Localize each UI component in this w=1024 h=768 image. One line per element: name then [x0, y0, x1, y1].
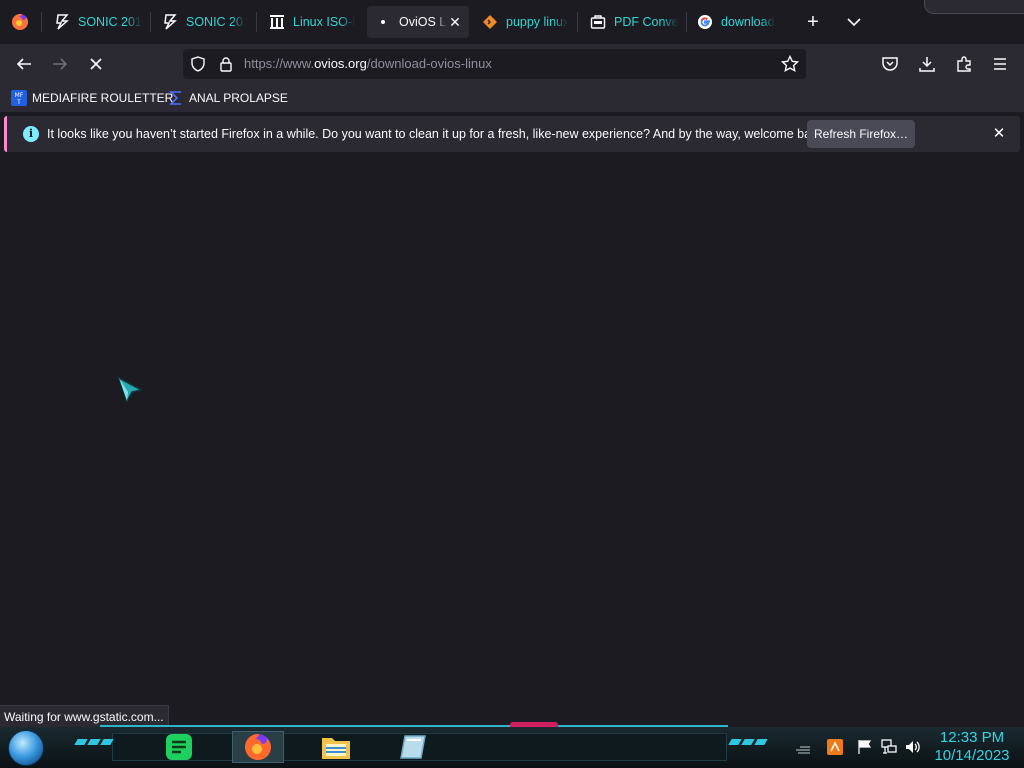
- mouse-cursor-icon: [117, 376, 145, 409]
- tab-sonic-2011-2[interactable]: SONIC 2011: [162, 6, 246, 38]
- svg-text:T: T: [16, 99, 21, 106]
- notification-message: It looks like you haven’t started Firefo…: [47, 127, 828, 141]
- tab-label: PDF Converter: [614, 15, 678, 29]
- tab-strip: SONIC 2011 SONIC 2011 Linux ISO-Image Ov…: [0, 0, 1024, 44]
- bookmark-star-icon[interactable]: [780, 54, 800, 73]
- back-button[interactable]: [12, 52, 36, 76]
- tab-separator: [41, 12, 42, 32]
- tab-separator: [256, 12, 257, 32]
- taskbar-app-file-explorer[interactable]: [310, 731, 362, 763]
- hamburger-menu-icon: [994, 58, 1006, 70]
- app-menu-button[interactable]: [988, 52, 1012, 76]
- lightning-icon: [162, 14, 178, 30]
- tab-separator: [577, 12, 578, 32]
- tracking-protection-shield-icon[interactable]: [190, 56, 206, 72]
- tab-label: SONIC 2011: [78, 15, 142, 29]
- info-icon: i: [23, 126, 39, 142]
- firefox-icon: [245, 734, 271, 760]
- taskbar-app-notes[interactable]: [153, 731, 205, 763]
- tab-sonic-2011-1[interactable]: SONIC 2011: [54, 6, 142, 38]
- back-arrow-icon: [16, 58, 31, 70]
- svg-text:MF: MF: [15, 92, 24, 99]
- lock-icon[interactable]: [218, 56, 234, 72]
- tray-app-icon[interactable]: [826, 738, 844, 756]
- bookmarks-toolbar: MF T MEDIAFIRE ROULETTER ANAL PROLAPSE: [0, 84, 1024, 112]
- taskbar-app-firefox[interactable]: [232, 731, 284, 763]
- tab-puppy-linux[interactable]: puppy linux: [482, 6, 568, 38]
- loading-dot-icon: [375, 14, 391, 30]
- action-center-flag-icon[interactable]: [856, 738, 874, 756]
- sigma-icon: [168, 90, 184, 106]
- chevron-down-icon: [847, 18, 861, 27]
- taskbar-decoration: [74, 739, 114, 745]
- volume-icon[interactable]: [904, 738, 922, 756]
- forward-arrow-icon: [53, 58, 68, 70]
- extensions-button[interactable]: [952, 52, 976, 76]
- tab-label: puppy linux: [506, 15, 568, 29]
- pocket-icon: [882, 57, 898, 71]
- taskbar-app-window[interactable]: [387, 731, 439, 763]
- status-panel: Waiting for www.gstatic.com...: [0, 705, 169, 727]
- forward-button[interactable]: [48, 52, 72, 76]
- new-tab-button[interactable]: +: [803, 12, 823, 32]
- tab-download[interactable]: download: [697, 6, 785, 38]
- downloads-button[interactable]: [915, 52, 939, 76]
- clock-date: 10/14/2023: [934, 747, 1010, 764]
- close-tab-icon[interactable]: ✕: [447, 14, 463, 30]
- tab-label: SONIC 2011: [186, 15, 246, 29]
- clock-time: 12:33 PM: [939, 729, 1005, 746]
- close-icon: [90, 58, 102, 70]
- page-content: [0, 155, 1024, 727]
- network-icon[interactable]: [880, 738, 898, 756]
- url-prefix: https://www.: [244, 56, 315, 71]
- tab-label: OviOS Linux: [399, 15, 447, 29]
- start-orb-button[interactable]: [8, 730, 44, 766]
- refresh-firefox-notification: i It looks like you haven’t started Fire…: [4, 116, 1020, 152]
- stop-button[interactable]: [84, 52, 108, 76]
- pdf-icon: [590, 14, 606, 30]
- puzzle-icon: [957, 56, 971, 72]
- tab-separator: [150, 12, 151, 32]
- taskbar-clock[interactable]: 12:33 PM 10/14/2023: [922, 729, 1022, 765]
- url-host: ovios.org: [314, 56, 367, 71]
- google-icon: [697, 14, 713, 30]
- tray-menu-icon[interactable]: [794, 738, 812, 756]
- window-frame-decoration: [924, 0, 1024, 14]
- close-notification-icon[interactable]: ✕: [990, 125, 1008, 143]
- diamond-icon: [482, 14, 498, 30]
- tab-separator: [686, 12, 687, 32]
- pocket-button[interactable]: [878, 52, 902, 76]
- library-icon: [269, 14, 285, 30]
- bookmark-anal-prolapse[interactable]: ANAL PROLAPSE: [168, 90, 288, 106]
- url-path: /download-ovios-linux: [366, 56, 492, 71]
- window-glass-icon: [400, 735, 426, 759]
- tab-label: Linux ISO-Image: [293, 15, 355, 29]
- tab-label: download: [721, 15, 775, 29]
- bookmark-label: ANAL PROLAPSE: [189, 91, 288, 105]
- notes-icon: [166, 734, 192, 760]
- url-text[interactable]: https://www.ovios.org/download-ovios-lin…: [244, 56, 492, 71]
- taskbar-decoration: [728, 739, 768, 745]
- bookmark-label: MEDIAFIRE ROULETTER: [32, 91, 174, 105]
- bookmark-mediafire-rouletter[interactable]: MF T MEDIAFIRE ROULETTER: [11, 90, 173, 106]
- mft-icon: MF T: [11, 90, 27, 106]
- download-icon: [919, 57, 935, 72]
- folder-icon: [322, 738, 350, 759]
- firefox-window: SONIC 2011 SONIC 2011 Linux ISO-Image Ov…: [0, 0, 1024, 768]
- firefox-menu-icon[interactable]: [11, 13, 29, 31]
- url-bar[interactable]: https://www.ovios.org/download-ovios-lin…: [183, 49, 806, 79]
- lightning-icon: [54, 14, 70, 30]
- refresh-firefox-button[interactable]: Refresh Firefox…: [807, 120, 915, 148]
- tab-pdf-converter[interactable]: PDF Converter: [590, 6, 678, 38]
- tab-linux-iso[interactable]: Linux ISO-Image: [269, 6, 355, 38]
- tab-ovios-linux[interactable]: OviOS Linux ✕: [367, 6, 469, 38]
- list-all-tabs-button[interactable]: [845, 13, 863, 31]
